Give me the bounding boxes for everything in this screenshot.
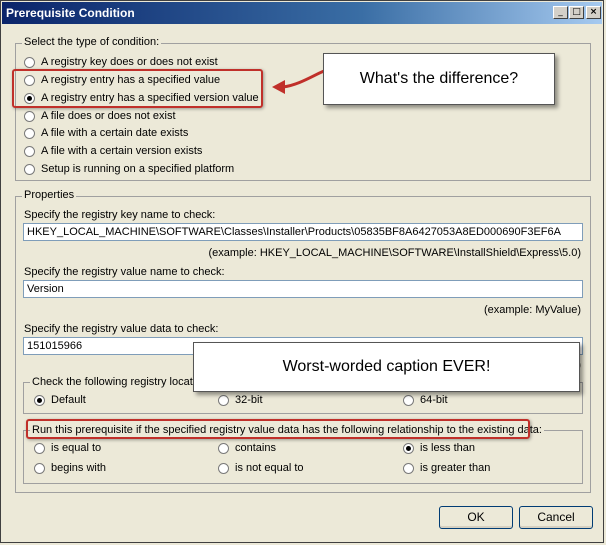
registry-value-data-label: Specify the registry value data to check…	[24, 323, 219, 335]
radio-file-date[interactable]: A file with a certain date exists	[24, 127, 188, 139]
radio-label: is equal to	[51, 442, 102, 454]
highlight-box-relationship-caption	[26, 419, 530, 439]
radio-platform[interactable]: Setup is running on a specified platform	[24, 163, 234, 175]
registry-key-label: Specify the registry key name to check:	[24, 209, 216, 221]
condition-type-legend: Select the type of condition:	[22, 36, 162, 48]
radio-label: A file with a certain date exists	[41, 127, 189, 139]
minimize-icon[interactable]: _	[553, 6, 568, 19]
radio-label: 32-bit	[235, 394, 263, 406]
radio-circle[interactable]	[24, 110, 35, 122]
radio-label: contains	[235, 442, 276, 454]
radio-label: 64-bit	[420, 394, 448, 406]
registry-value-name-example: (example: MyValue)	[484, 304, 581, 316]
radio-label: A registry key does or does not exist	[41, 56, 218, 68]
radio-location-default[interactable]: Default	[34, 394, 86, 406]
radio-circle[interactable]	[24, 127, 35, 139]
radio-circle[interactable]	[403, 394, 414, 406]
radio-file-exists[interactable]: A file does or does not exist	[24, 110, 176, 122]
radio-registry-key-exists[interactable]: A registry key does or does not exist	[24, 56, 218, 68]
radio-label: Default	[51, 394, 86, 406]
radio-circle[interactable]	[34, 462, 45, 474]
radio-circle-selected[interactable]	[403, 442, 414, 454]
radio-circle[interactable]	[34, 442, 45, 454]
radio-is-not-equal-to[interactable]: is not equal to	[218, 462, 304, 474]
radio-is-equal-to[interactable]: is equal to	[34, 442, 101, 454]
registry-location-legend: Check the following registry locatio	[30, 376, 204, 388]
radio-label: A file does or does not exist	[41, 110, 176, 122]
radio-is-less-than[interactable]: is less than	[403, 442, 475, 454]
radio-location-32bit[interactable]: 32-bit	[218, 394, 263, 406]
radio-label: begins with	[51, 462, 107, 474]
radio-circle[interactable]	[403, 462, 414, 474]
title-bar[interactable]: Prerequisite Condition _ □ ×	[2, 2, 602, 24]
radio-file-version[interactable]: A file with a certain version exists	[24, 145, 202, 157]
radio-label: Setup is running on a specified platform	[41, 163, 235, 175]
close-icon[interactable]: ×	[586, 6, 601, 19]
radio-circle[interactable]	[218, 394, 229, 406]
properties-legend: Properties	[22, 189, 77, 201]
radio-is-greater-than[interactable]: is greater than	[403, 462, 490, 474]
radio-label: is greater than	[420, 462, 491, 474]
highlight-box-condition-options	[12, 69, 263, 108]
radio-begins-with[interactable]: begins with	[34, 462, 106, 474]
radio-contains[interactable]: contains	[218, 442, 276, 454]
registry-value-name-input[interactable]: Version	[23, 280, 583, 298]
registry-value-name-label: Specify the registry value name to check…	[24, 266, 225, 278]
radio-location-64bit[interactable]: 64-bit	[403, 394, 448, 406]
radio-label: is less than	[420, 442, 476, 454]
radio-circle[interactable]	[24, 145, 35, 157]
radio-circle[interactable]	[24, 56, 35, 68]
registry-key-example: (example: HKEY_LOCAL_MACHINE\SOFTWARE\In…	[208, 247, 582, 259]
radio-label: A file with a certain version exists	[41, 145, 203, 157]
radio-circle[interactable]	[24, 163, 35, 175]
radio-circle[interactable]	[218, 462, 229, 474]
radio-label: is not equal to	[235, 462, 304, 474]
prerequisite-condition-dialog: Prerequisite Condition _ □ × Select the …	[0, 0, 604, 543]
maximize-icon[interactable]: □	[569, 6, 584, 19]
annotation-callout-worst-caption: Worst-worded caption EVER!	[193, 342, 580, 392]
annotation-callout-difference: What's the difference?	[323, 53, 555, 105]
ok-button[interactable]: OK	[439, 506, 513, 529]
cancel-button[interactable]: Cancel	[519, 506, 593, 529]
radio-circle[interactable]	[218, 442, 229, 454]
registry-key-input[interactable]: HKEY_LOCAL_MACHINE\SOFTWARE\Classes\Inst…	[23, 223, 583, 241]
red-arrow-icon	[272, 69, 325, 94]
window-title: Prerequisite Condition	[6, 6, 135, 20]
radio-circle-selected[interactable]	[34, 394, 45, 406]
